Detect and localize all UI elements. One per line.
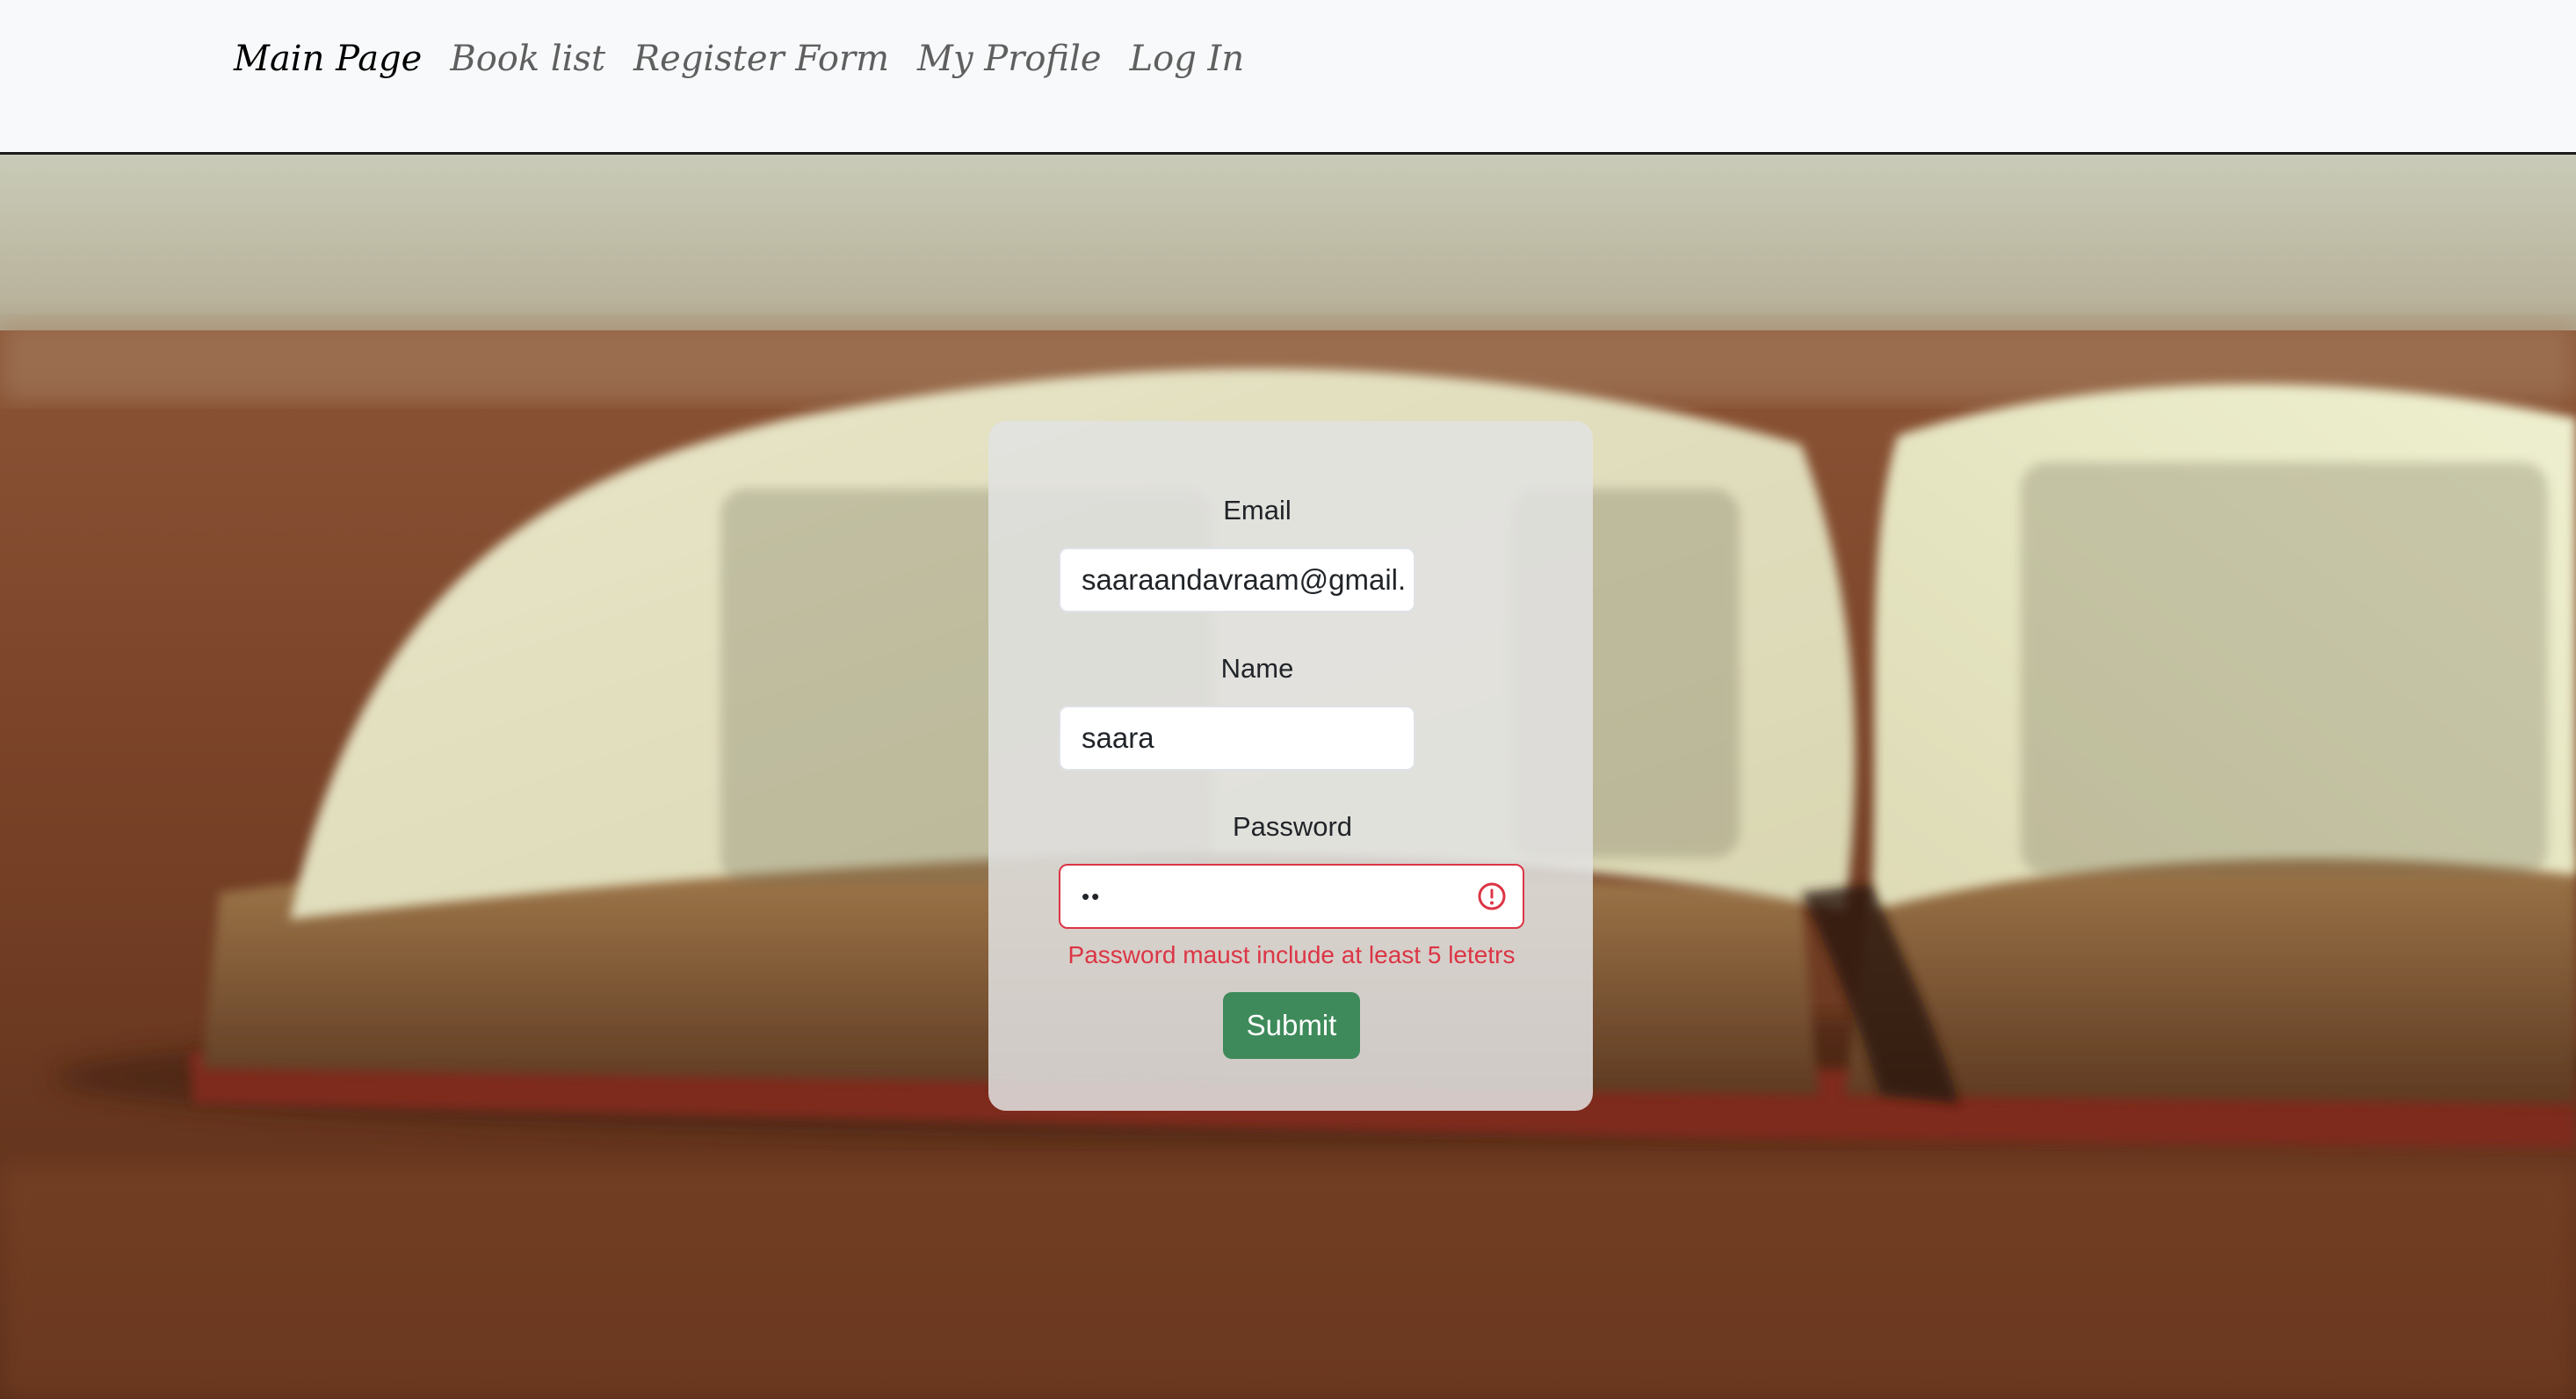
nav-link-register-form[interactable]: Register Form — [633, 39, 889, 79]
password-error-message: Password maust include at least 5 letetr… — [1067, 941, 1516, 968]
submit-button[interactable]: Submit — [1223, 992, 1360, 1059]
nav-link-log-in[interactable]: Log In — [1130, 39, 1245, 79]
register-form-card: Email saaraandavraam@gmail. Name saara P… — [988, 421, 1593, 1111]
name-field[interactable]: saara — [1059, 706, 1415, 771]
top-navbar: Main Page Book list Register Form My Pro… — [0, 0, 2576, 155]
nav-link-book-list[interactable]: Book list — [450, 39, 605, 79]
password-masked-value: •• — [1082, 883, 1102, 910]
error-alert-icon — [1478, 882, 1506, 910]
nav-link-my-profile[interactable]: My Profile — [917, 39, 1102, 79]
password-label: Password — [1232, 811, 1353, 842]
password-field[interactable]: •• — [1059, 864, 1524, 929]
name-label: Name — [1220, 653, 1294, 684]
email-field[interactable]: saaraandavraam@gmail. — [1059, 547, 1415, 613]
email-label: Email — [1223, 495, 1292, 526]
nav-link-main-page[interactable]: Main Page — [234, 39, 422, 79]
nav-list: Main Page Book list Register Form My Pro… — [234, 39, 1244, 79]
